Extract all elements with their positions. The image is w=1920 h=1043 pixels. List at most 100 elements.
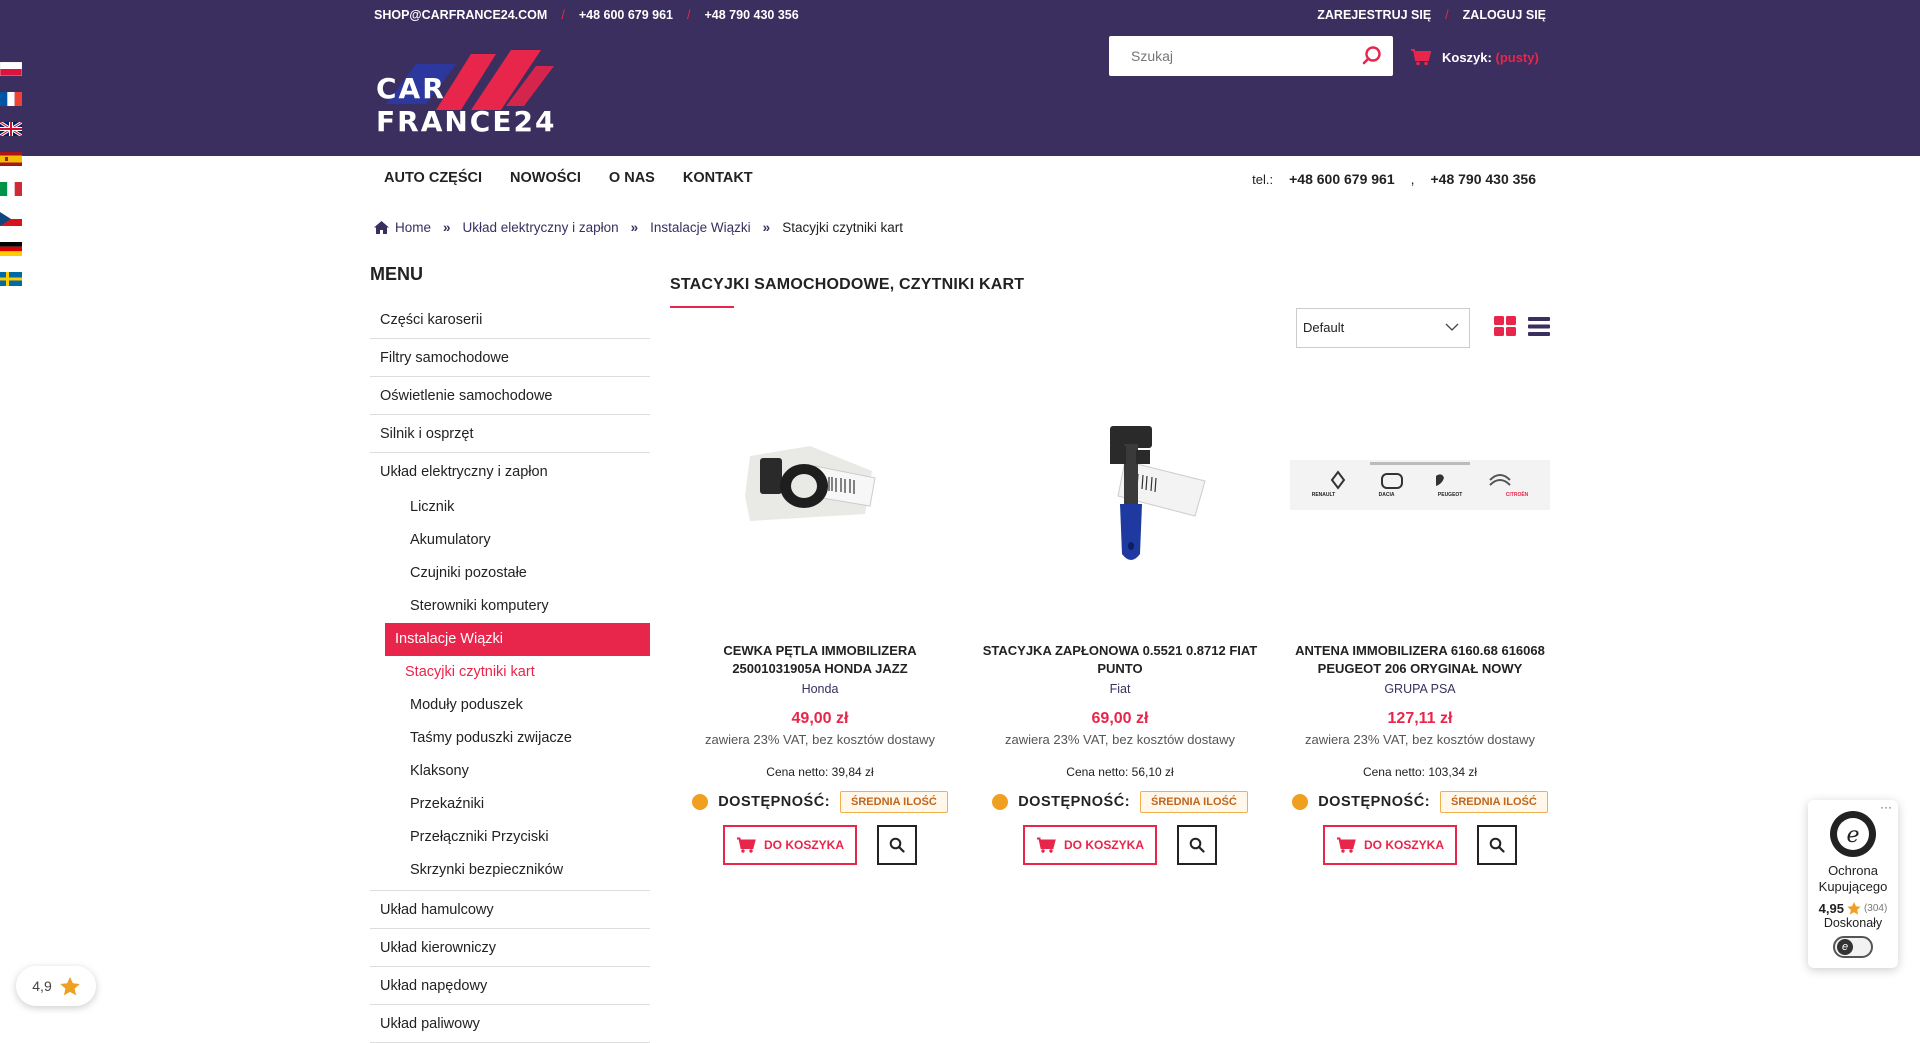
sidebar-subitem[interactable]: Akumulatory	[385, 524, 650, 557]
product-brand[interactable]: Fiat	[970, 682, 1270, 696]
product-name[interactable]: STACYJKA ZAPŁONOWA 0.5521 0.8712 FIAT PU…	[970, 642, 1270, 678]
rating-widget[interactable]: 4,9	[16, 966, 96, 1006]
phone-link-2[interactable]: +48 790 430 356	[705, 8, 799, 22]
product-image[interactable]	[990, 386, 1250, 586]
sidebar-item[interactable]: Układ paliwowy	[370, 1005, 650, 1043]
flag-it-icon[interactable]	[0, 182, 22, 196]
product-actions: DO KOSZYKA	[1270, 825, 1570, 865]
flag-uk-icon[interactable]	[0, 120, 23, 138]
site-logo[interactable]: CAR FRANCE24	[376, 44, 566, 138]
category-title: STACYJKI SAMOCHODOWE, CZYTNIKI KART	[670, 276, 1025, 293]
sidebar-subitem[interactable]: Moduły poduszek	[385, 689, 650, 722]
product-name[interactable]: ANTENA IMMOBILIZERA 6160.68 616068 PEUGE…	[1270, 642, 1570, 678]
flag-cz-icon[interactable]	[0, 212, 22, 226]
nav-item-auto-czesci[interactable]: AUTO CZĘŚCI	[384, 170, 482, 186]
product-name[interactable]: CEWKA PĘTLA IMMOBILIZERA 25001031905A HO…	[670, 642, 970, 678]
sidebar-subitem[interactable]: Czujniki pozostałe	[385, 557, 650, 590]
availability-dot-icon	[692, 794, 709, 810]
nav-phone-2[interactable]: +48 790 430 356	[1431, 171, 1537, 187]
availability-row: DOSTĘPNOŚĆ: ŚREDNIA ILOŚĆ	[1270, 791, 1570, 813]
sidebar-item[interactable]: Oświetlenie samochodowe	[370, 377, 650, 415]
flag-fr-icon[interactable]	[0, 92, 22, 106]
sidebar-item[interactable]: Silnik i osprzęt	[370, 415, 650, 453]
sidebar-item[interactable]: Filtry samochodowe	[370, 339, 650, 377]
breadcrumb: Home » Układ elektryczny i zapłon » Inst…	[374, 220, 903, 235]
login-link[interactable]: ZALOGUJ SIĘ	[1463, 8, 1546, 22]
sidebar-subitem[interactable]: Przekaźniki	[385, 788, 650, 821]
add-to-cart-button[interactable]: DO KOSZYKA	[723, 825, 857, 865]
nav-item-o-nas[interactable]: O NAS	[609, 170, 655, 186]
sidebar-menu: MENU Części karoserii Filtry samochodowe…	[370, 264, 650, 1043]
sidebar-item[interactable]: Układ kierowniczy	[370, 929, 650, 967]
nav-item-nowosci[interactable]: NOWOŚCI	[510, 170, 581, 186]
header: SHOP@CARFRANCE24.COM / +48 600 679 961 /…	[0, 0, 1920, 156]
cart-icon	[736, 837, 756, 853]
nav-item-kontakt[interactable]: KONTAKT	[683, 170, 753, 186]
phone-link-1[interactable]: +48 600 679 961	[579, 8, 673, 22]
trusted-shops-score-row: 4,95 (304)	[1808, 901, 1898, 916]
toggle-knob: e	[1837, 939, 1853, 955]
breadcrumb-home[interactable]: Home	[395, 220, 431, 235]
product-price: 49,00 zł	[791, 710, 849, 727]
cart-summary[interactable]: Koszyk: (pusty)	[1410, 48, 1539, 66]
brand-logo-dacia: DACIA	[1378, 492, 1395, 498]
grid-view-icon[interactable]	[1494, 316, 1516, 338]
nav-phone-1[interactable]: +48 600 679 961	[1289, 171, 1395, 187]
email-link[interactable]: SHOP@CARFRANCE24.COM	[374, 8, 547, 22]
add-to-cart-button[interactable]: DO KOSZYKA	[1323, 825, 1457, 865]
product-brand[interactable]: Honda	[670, 682, 970, 696]
category-content: STACYJKI SAMOCHODOWE, CZYTNIKI KART Defa…	[670, 276, 1550, 865]
breadcrumb-level1[interactable]: Układ elektryczny i zapłon	[463, 220, 619, 235]
sidebar-subitem[interactable]: Przełączniki Przyciski	[385, 821, 650, 854]
sidebar-item[interactable]: Układ napędowy	[370, 967, 650, 1005]
search-icon[interactable]	[1361, 45, 1383, 67]
sidebar-subitem[interactable]: Taśmy poduszki zwijacze	[385, 722, 650, 755]
flag-de-icon[interactable]	[0, 242, 22, 256]
sidebar-subitem-active[interactable]: Instalacje Wiązki	[385, 623, 650, 656]
product-brand[interactable]: GRUPA PSA	[1270, 682, 1570, 696]
trusted-shops-widget[interactable]: ··· e Ochrona Kupującego 4,95 (304) Dosk…	[1808, 800, 1898, 968]
svg-text:e: e	[1846, 823, 1859, 848]
search-box	[1109, 36, 1393, 76]
brand-logo-peugeot: PEUGEOT	[1437, 492, 1463, 498]
sidebar-item-open[interactable]: Układ elektryczny i zapłon	[370, 453, 650, 491]
rating-score: 4,9	[32, 978, 52, 994]
home-icon[interactable]	[374, 221, 389, 234]
flag-es-icon[interactable]	[0, 152, 22, 166]
search-input[interactable]	[1109, 36, 1339, 76]
separator: /	[561, 8, 565, 22]
more-options-icon[interactable]: ···	[1880, 800, 1892, 814]
quick-view-button[interactable]	[1477, 825, 1517, 865]
menu-title: MENU	[370, 264, 423, 284]
product-net-price: Cena netto: 39,84 zł	[766, 765, 874, 779]
register-link[interactable]: ZAREJESTRUJ SIĘ	[1317, 8, 1431, 22]
product-grid: CEWKA PĘTLA IMMOBILIZERA 25001031905A HO…	[670, 386, 1570, 865]
phone-separator: ,	[1410, 171, 1415, 187]
trusted-shops-rating: Doskonały	[1823, 916, 1883, 930]
sidebar-subitem[interactable]: Klaksony	[385, 755, 650, 788]
sidebar-subitem[interactable]: Licznik	[385, 491, 650, 524]
sidebar-subitem[interactable]: Skrzynki bezpieczników	[385, 854, 650, 887]
availability-row: DOSTĘPNOŚĆ: ŚREDNIA ILOŚĆ	[670, 791, 970, 813]
sort-dropdown[interactable]: Default	[1296, 308, 1470, 348]
trusted-shops-toggle[interactable]: e	[1833, 936, 1873, 958]
availability-label: DOSTĘPNOŚĆ:	[718, 794, 831, 810]
product-card: RENAULT DACIA PEUGEOT CITROËN ANTENA IMM…	[1270, 386, 1570, 865]
sidebar-subsubitem-active[interactable]: Stacyjki czytniki kart	[370, 656, 650, 689]
brand-logo-citroen: CITROËN	[1505, 492, 1529, 498]
product-image[interactable]	[690, 386, 950, 586]
breadcrumb-level2[interactable]: Instalacje Wiązki	[650, 220, 751, 235]
quick-view-button[interactable]	[877, 825, 917, 865]
flag-pl-icon[interactable]	[0, 61, 23, 77]
star-icon	[1847, 902, 1861, 915]
quick-view-button[interactable]	[1177, 825, 1217, 865]
list-view-icon[interactable]	[1528, 316, 1550, 338]
sidebar-item[interactable]: Układ hamulcowy	[370, 891, 650, 929]
product-image[interactable]: RENAULT DACIA PEUGEOT CITROËN	[1290, 386, 1550, 586]
add-to-cart-button[interactable]: DO KOSZYKA	[1023, 825, 1157, 865]
trusted-shops-label: Ochrona Kupującego	[1818, 863, 1888, 894]
sidebar-subitem[interactable]: Sterowniki komputery	[385, 590, 650, 623]
flag-se-icon[interactable]	[0, 272, 22, 286]
auth-links: ZAREJESTRUJ SIĘ / ZALOGUJ SIĘ	[1317, 8, 1546, 22]
sidebar-item[interactable]: Części karoserii	[370, 301, 650, 339]
